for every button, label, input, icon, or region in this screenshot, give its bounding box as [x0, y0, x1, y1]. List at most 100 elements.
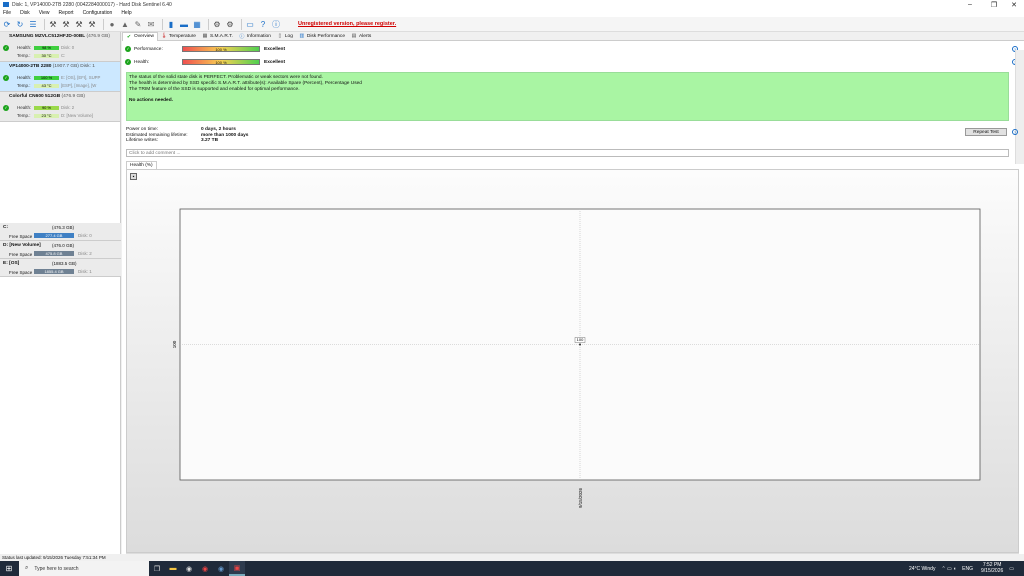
- y-tick-label: 100: [172, 340, 177, 348]
- help-icon[interactable]: ?: [258, 19, 268, 29]
- check-icon: ✓: [3, 75, 9, 81]
- tool3-icon[interactable]: ⚒: [74, 19, 84, 29]
- comment-field[interactable]: Click to add comment ...: [126, 149, 1009, 157]
- x-tick-label: 9/15/2026: [578, 488, 583, 509]
- file-explorer-icon[interactable]: ▬: [165, 561, 181, 576]
- disk-entry-1[interactable]: VP14000-2TB 2280 (1907.7 GB) Disk: 1 ✓ H…: [0, 62, 120, 92]
- toolbar-separator: [162, 18, 163, 30]
- surface-icon[interactable]: ✎: [133, 19, 143, 29]
- clock[interactable]: 7:52 PM 9/15/2026: [981, 562, 1003, 574]
- test-icon[interactable]: ▲: [120, 19, 130, 29]
- tool4-icon[interactable]: ⚒: [87, 19, 97, 29]
- window-title: Disk: 1, VP14000-2TB 2280 (0042284000017…: [12, 1, 172, 8]
- health-row: Health: 98 % Disk: 0: [17, 44, 75, 50]
- disk-entry-2[interactable]: Colorful CN600 512GB (476.9 GB) ✓ Health…: [0, 92, 120, 122]
- settings-icon[interactable]: ⚙: [212, 19, 222, 29]
- taskbar-search[interactable]: ⌕ Type here to search: [19, 561, 149, 576]
- info-icon: ⓘ: [239, 33, 245, 40]
- help-icon[interactable]: ?: [1012, 129, 1018, 135]
- health-bar: 90 %: [34, 105, 59, 110]
- tab-disk-performance[interactable]: ▥ Disk Performance: [296, 32, 348, 41]
- notification-icon[interactable]: ▭: [1009, 566, 1014, 572]
- register-link[interactable]: Unregistered version, please register.: [298, 21, 396, 27]
- health-text: Excellent: [264, 59, 286, 65]
- app-icon: [2, 1, 10, 8]
- free-space-bar: 1855.4 GB: [34, 269, 74, 274]
- disk-entry-0[interactable]: SAMSUNG MZVLC512HFJD-00BL (476.9 GB) ✓ H…: [0, 32, 120, 62]
- tray-icons[interactable]: ⌃ ▭ ◖: [941, 566, 956, 572]
- chrome-icon[interactable]: ◉: [197, 561, 213, 576]
- toolbar-separator: [241, 18, 242, 30]
- task-view-icon[interactable]: ❐: [149, 561, 165, 576]
- tool-icon[interactable]: ⚒: [48, 19, 58, 29]
- data-label: 100: [577, 337, 584, 342]
- menu-view[interactable]: View: [39, 10, 50, 16]
- menu-bar: File Disk View Report Configuration Help: [0, 9, 1024, 17]
- menu-help[interactable]: Help: [121, 10, 131, 16]
- hard-disk-sentinel-icon[interactable]: ▣: [229, 561, 245, 576]
- health-row: Health: 100 % E: [OS], [EFI], SUPP: [17, 74, 101, 80]
- free-space-bar: 475.8 GB: [34, 251, 74, 256]
- health-row: Health: 90 % Disk: 2: [17, 104, 75, 110]
- folder-icon[interactable]: ▬: [179, 19, 189, 29]
- repeat-test-button[interactable]: Repeat Test: [965, 128, 1007, 136]
- disk-name: VP14000-2TB 2280 (1907.7 GB) Disk: 1: [9, 64, 95, 69]
- close-icon[interactable]: ✕: [1004, 0, 1024, 9]
- weather-text[interactable]: 24°C Windy: [909, 566, 935, 572]
- disk-name: Colorful CN600 512GB (476.9 GB): [9, 94, 85, 99]
- taskbar: ⊞ ⌕ Type here to search ❐ ▬ ◉ ◉ ◉ ▣ 24°C …: [0, 561, 1024, 576]
- health-chart: 100 9/15/2026 100: [172, 208, 981, 509]
- volume-name: E: [OS]: [3, 261, 20, 266]
- chart-icon: ▥: [299, 33, 305, 39]
- tab-bar: ✔ Overview 🌡 Temperature ▦ S.M.A.R.T. ⓘ Info…: [122, 31, 1024, 41]
- volume-entry[interactable]: C: (476.3 GB) Free Space 277.4 GB Disk: …: [0, 223, 121, 241]
- vertical-scrollbar[interactable]: [1015, 50, 1024, 164]
- health-bar: 100 %: [182, 59, 260, 65]
- report-icon[interactable]: ✉: [146, 19, 156, 29]
- volume-entry[interactable]: D: [New Volume] (476.0 GB) Free Space 47…: [0, 241, 121, 259]
- free-space-label: Free Space: [9, 252, 33, 257]
- volume-name: D: [New Volume]: [3, 243, 41, 248]
- app-icon[interactable]: ◉: [181, 561, 197, 576]
- chart-tab-health[interactable]: Health (%): [126, 161, 157, 169]
- main-panel: ✔ Overview 🌡 Temperature ▦ S.M.A.R.T. ⓘ Info…: [122, 31, 1024, 560]
- alert-settings-icon[interactable]: ⚙: [225, 19, 235, 29]
- thermometer-icon: 🌡: [160, 33, 168, 39]
- data-point: [579, 343, 581, 346]
- health-bar: 98 %: [34, 45, 59, 50]
- tab-information[interactable]: ⓘ Information: [236, 32, 274, 41]
- disk-icon[interactable]: ●: [107, 19, 117, 29]
- health-bar: 100 %: [34, 75, 59, 80]
- status-line: The TRIM feature of the SSD is supported…: [129, 86, 300, 92]
- grid-icon: ▦: [202, 33, 208, 39]
- window-icon[interactable]: ▭: [245, 19, 255, 29]
- browser-icon[interactable]: ◉: [213, 561, 229, 576]
- language-indicator[interactable]: ENG: [962, 566, 973, 572]
- maximize-icon[interactable]: ❐: [984, 0, 1004, 9]
- list-icon[interactable]: ☰: [28, 19, 38, 29]
- minimize-icon[interactable]: –: [960, 0, 980, 9]
- menu-file[interactable]: File: [3, 10, 11, 16]
- menu-disk[interactable]: Disk: [20, 10, 30, 16]
- volume-list: C: (476.3 GB) Free Space 277.4 GB Disk: …: [0, 223, 121, 277]
- info-icon[interactable]: ⓘ: [271, 19, 281, 29]
- tab-smart[interactable]: ▦ S.M.A.R.T.: [199, 32, 236, 41]
- backup-icon[interactable]: ▦: [192, 19, 202, 29]
- tab-temperature[interactable]: 🌡 Temperature: [158, 32, 199, 41]
- refresh-all-icon[interactable]: ↻: [15, 19, 25, 29]
- tab-log[interactable]: ▯ Log: [274, 32, 296, 41]
- tab-alerts[interactable]: ▤ Alerts: [348, 32, 374, 41]
- search-icon: ⌕: [25, 565, 29, 571]
- volume-entry[interactable]: E: [OS] (1883.5 GB) Free Space 1855.4 GB…: [0, 259, 121, 277]
- document-icon[interactable]: ▮: [166, 19, 176, 29]
- free-space-label: Free Space: [9, 234, 33, 239]
- tool2-icon[interactable]: ⚒: [61, 19, 71, 29]
- document-icon: ▤: [351, 33, 357, 39]
- performance-text: Excellent: [264, 46, 286, 52]
- tab-overview[interactable]: ✔ Overview: [122, 31, 158, 41]
- menu-report[interactable]: Report: [59, 10, 74, 16]
- menu-configuration[interactable]: Configuration: [83, 10, 113, 16]
- refresh-icon[interactable]: ⟳: [2, 19, 12, 29]
- windows-start-icon[interactable]: ⊞: [3, 561, 15, 576]
- temp-row: Temp.: 30 °C C:: [17, 52, 66, 58]
